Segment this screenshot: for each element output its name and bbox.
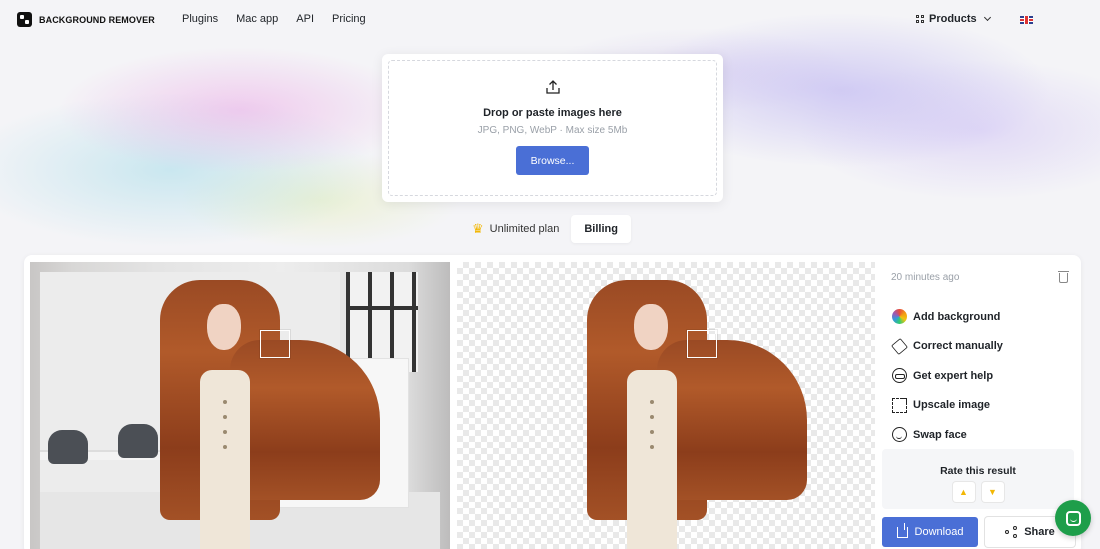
timestamp: 20 minutes ago xyxy=(891,272,960,283)
scene-chair xyxy=(118,424,158,458)
result-panel: 20 minutes ago Add background Correct ma… xyxy=(24,255,1081,549)
browse-button[interactable]: Browse... xyxy=(516,146,589,175)
nav-link-pricing[interactable]: Pricing xyxy=(332,13,366,25)
comparison-marker xyxy=(260,330,290,358)
comparison-marker xyxy=(687,330,717,358)
share-label: Share xyxy=(1024,526,1055,538)
action-label: Add background xyxy=(913,310,1001,323)
download-label: Download xyxy=(914,526,964,538)
scene-window xyxy=(346,272,418,372)
logo[interactable]: BACKGROUND REMOVER xyxy=(17,12,155,27)
add-background-button[interactable]: Add background xyxy=(892,302,1003,332)
plan-row: ♛ Unlimited plan Billing xyxy=(466,215,631,243)
drop-title: Drop or paste images here xyxy=(483,107,622,119)
chat-icon xyxy=(1065,510,1081,526)
action-label: Swap face xyxy=(913,428,967,441)
products-menu[interactable]: Products xyxy=(916,13,991,25)
action-label: Correct manually xyxy=(913,340,1003,353)
download-button[interactable]: Download xyxy=(882,517,978,547)
action-list: Add background Correct manually Get expe… xyxy=(891,302,1003,450)
trash-icon[interactable] xyxy=(1058,271,1069,283)
correct-manually-button[interactable]: Correct manually xyxy=(891,332,1003,362)
color-wheel-icon xyxy=(892,309,907,325)
products-label: Products xyxy=(929,13,977,25)
download-icon xyxy=(896,522,908,538)
crown-icon: ♛ xyxy=(472,221,484,236)
plan-label: Unlimited plan xyxy=(489,223,560,235)
uk-flag-icon[interactable] xyxy=(1020,16,1033,24)
chevron-down-icon xyxy=(983,13,991,22)
nav-link-plugins[interactable]: Plugins xyxy=(182,13,218,25)
face-icon xyxy=(892,427,907,443)
rate-box: Rate this result ▲ ▼ xyxy=(882,449,1074,509)
original-image[interactable] xyxy=(30,262,450,549)
processed-image[interactable] xyxy=(457,262,875,549)
expert-icon xyxy=(892,368,907,384)
rate-buttons: ▲ ▼ xyxy=(952,482,1004,502)
nav-link-mac-app[interactable]: Mac app xyxy=(236,13,278,25)
logo-icon xyxy=(17,12,32,27)
plan-badge[interactable]: ♛ Unlimited plan xyxy=(466,215,565,243)
upscale-image-button[interactable]: Upscale image xyxy=(892,391,1003,421)
drop-subtitle: JPG, PNG, WebP · Max size 5Mb xyxy=(477,125,628,136)
rate-title: Rate this result xyxy=(940,465,1016,477)
chat-button[interactable] xyxy=(1055,500,1091,536)
billing-button[interactable]: Billing xyxy=(571,215,631,243)
main-nav: Plugins Mac app API Pricing xyxy=(182,13,366,25)
eraser-icon xyxy=(891,337,908,355)
scene-chair xyxy=(48,430,88,464)
thumbs-down-icon[interactable]: ▼ xyxy=(981,482,1004,502)
result-sidebar: 20 minutes ago Add background Correct ma… xyxy=(882,262,1075,549)
logo-text: BACKGROUND REMOVER xyxy=(39,14,155,25)
dropzone[interactable]: Drop or paste images here JPG, PNG, WebP… xyxy=(388,60,717,196)
upscale-icon xyxy=(892,397,907,413)
action-label: Get expert help xyxy=(913,369,994,382)
thumbs-up-icon[interactable]: ▲ xyxy=(952,482,975,502)
action-label: Upscale image xyxy=(913,399,991,412)
top-header: BACKGROUND REMOVER Plugins Mac app API P… xyxy=(0,0,1100,40)
swap-face-button[interactable]: Swap face xyxy=(892,420,1003,450)
upload-icon xyxy=(545,80,560,94)
nav-link-api[interactable]: API xyxy=(296,13,314,25)
get-expert-help-button[interactable]: Get expert help xyxy=(892,361,1003,391)
upload-card: Drop or paste images here JPG, PNG, WebP… xyxy=(382,54,723,202)
grid-icon xyxy=(916,15,924,23)
share-icon xyxy=(1005,525,1018,539)
